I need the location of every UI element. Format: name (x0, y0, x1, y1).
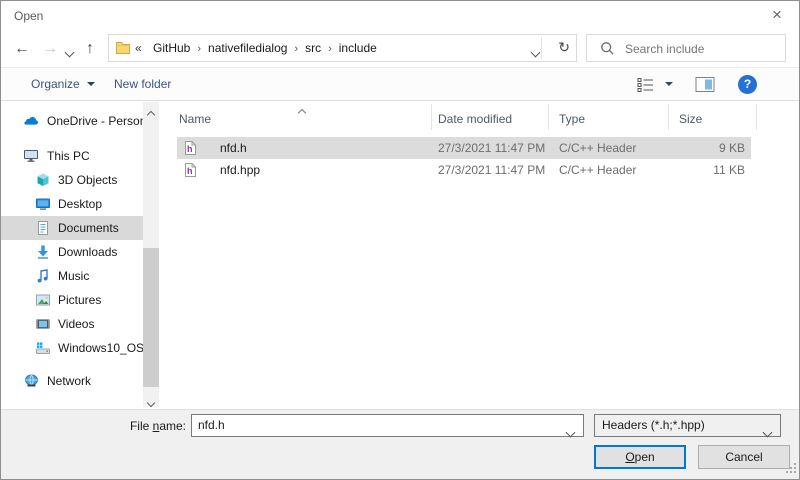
column-header-size[interactable]: Size (679, 112, 702, 126)
documents-icon (35, 220, 51, 240)
scroll-up-icon[interactable] (143, 102, 159, 117)
breadcrumb-item-github[interactable]: GitHub (149, 41, 194, 55)
organize-button[interactable]: Organize (31, 77, 95, 91)
folder-icon (115, 40, 131, 59)
column-headers: Name Date modified Type Size (161, 101, 799, 134)
refresh-icon[interactable]: ↻ (558, 39, 570, 56)
chevron-down-icon[interactable] (567, 422, 574, 443)
help-icon[interactable]: ? (738, 75, 757, 94)
breadcrumb-item-src[interactable]: src (301, 41, 325, 55)
breadcrumb-item-nativefiledialog[interactable]: nativefiledialog (204, 41, 291, 55)
sidebar-item-network[interactable]: Network (1, 369, 143, 393)
svg-text:h: h (187, 144, 193, 154)
breadcrumb-separator-icon[interactable]: › (325, 43, 335, 55)
drive-icon (35, 340, 51, 360)
breadcrumb-item-include[interactable]: include (335, 41, 381, 55)
sidebar-item-desktop[interactable]: Desktop (1, 192, 143, 216)
open-file-dialog: Open × ← → ↑ « GitHub›nativefiledialog›s… (0, 0, 800, 480)
cpp-header-file-icon: h (183, 162, 198, 185)
file-type-select[interactable]: Headers (*.h;*.hpp) (594, 414, 781, 437)
breadcrumb-separator-icon[interactable]: › (291, 43, 301, 55)
file-row-nfd-hpp[interactable]: h nfd.hpp 27/3/2021 11:47 PM C/C++ Heade… (177, 159, 751, 181)
onedrive-icon (23, 113, 40, 133)
scrollbar-thumb[interactable] (143, 248, 159, 387)
navigation-pane: OneDrive - Person This PC 3D Objects Des… (1, 101, 161, 409)
sidebar-item-documents[interactable]: Documents (1, 216, 143, 240)
column-header-type[interactable]: Type (559, 112, 585, 126)
music-icon (35, 268, 51, 288)
desktop-icon (35, 196, 51, 216)
dialog-footer: File name: nfd.h Headers (*.h;*.hpp) Ope… (1, 409, 799, 479)
column-header-date-modified[interactable]: Date modified (438, 112, 512, 126)
cancel-button[interactable]: Cancel (698, 445, 790, 469)
command-toolbar: Organize New folder ? (1, 67, 799, 101)
network-icon (23, 373, 40, 393)
3d-objects-icon (35, 172, 51, 192)
breadcrumb: GitHub›nativefiledialog›src›include (149, 41, 381, 55)
file-row-nfd-h[interactable]: h nfd.h 27/3/2021 11:47 PM C/C++ Header … (177, 137, 751, 159)
sidebar-item-onedrive[interactable]: OneDrive - Person (1, 109, 143, 133)
view-options-chevron-icon[interactable] (665, 77, 673, 91)
sidebar-item-this-pc[interactable]: This PC (1, 144, 143, 168)
search-input[interactable]: Search include (625, 42, 704, 56)
sidebar-item-windows-drive[interactable]: Windows10_OS ( (1, 336, 143, 360)
open-button[interactable]: Open (594, 445, 686, 469)
this-pc-icon (23, 148, 39, 168)
address-dropdown-chevron-icon[interactable] (532, 45, 539, 59)
videos-icon (35, 316, 51, 336)
sidebar-item-pictures[interactable]: Pictures (1, 288, 143, 312)
up-button[interactable]: ↑ (77, 35, 103, 63)
sort-ascending-icon (299, 105, 305, 119)
downloads-icon (35, 244, 51, 264)
pictures-icon (35, 292, 51, 312)
dialog-title: Open (14, 9, 43, 23)
file-name-label: File name: (1, 419, 186, 433)
address-bar[interactable]: « GitHub›nativefiledialog›src›include ↻ (108, 34, 577, 62)
sidebar-scrollbar[interactable] (143, 102, 159, 407)
breadcrumb-separator-icon[interactable]: › (194, 43, 204, 55)
address-divider (541, 37, 542, 59)
sidebar-item-3d-objects[interactable]: 3D Objects (1, 168, 143, 192)
preview-pane-icon[interactable] (695, 76, 715, 96)
navigation-bar: ← → ↑ « GitHub›nativefiledialog›src›incl… (1, 31, 799, 67)
back-button[interactable]: ← (9, 35, 35, 63)
file-list: Name Date modified Type Size h nfd.h 27/… (161, 101, 799, 409)
chevron-down-icon (87, 82, 95, 86)
search-icon (600, 41, 615, 59)
scroll-down-icon[interactable] (143, 392, 159, 407)
title-bar: Open × (1, 1, 799, 31)
resize-grip[interactable] (786, 463, 797, 477)
forward-button: → (37, 35, 63, 63)
svg-text:h: h (187, 166, 193, 176)
sidebar-item-music[interactable]: Music (1, 264, 143, 288)
recent-locations-chevron-icon[interactable] (61, 39, 77, 67)
sidebar-item-videos[interactable]: Videos (1, 312, 143, 336)
new-folder-button[interactable]: New folder (114, 77, 171, 91)
file-name-input[interactable]: nfd.h (191, 414, 584, 437)
search-box[interactable]: Search include (586, 34, 786, 62)
close-icon[interactable]: × (763, 3, 791, 27)
breadcrumb-overflow[interactable]: « (135, 41, 142, 55)
column-header-name[interactable]: Name (179, 112, 211, 126)
details-view-icon[interactable] (637, 77, 655, 96)
main-area: OneDrive - Person This PC 3D Objects Des… (1, 101, 799, 409)
chevron-down-icon[interactable] (764, 422, 771, 443)
sidebar-item-downloads[interactable]: Downloads (1, 240, 143, 264)
